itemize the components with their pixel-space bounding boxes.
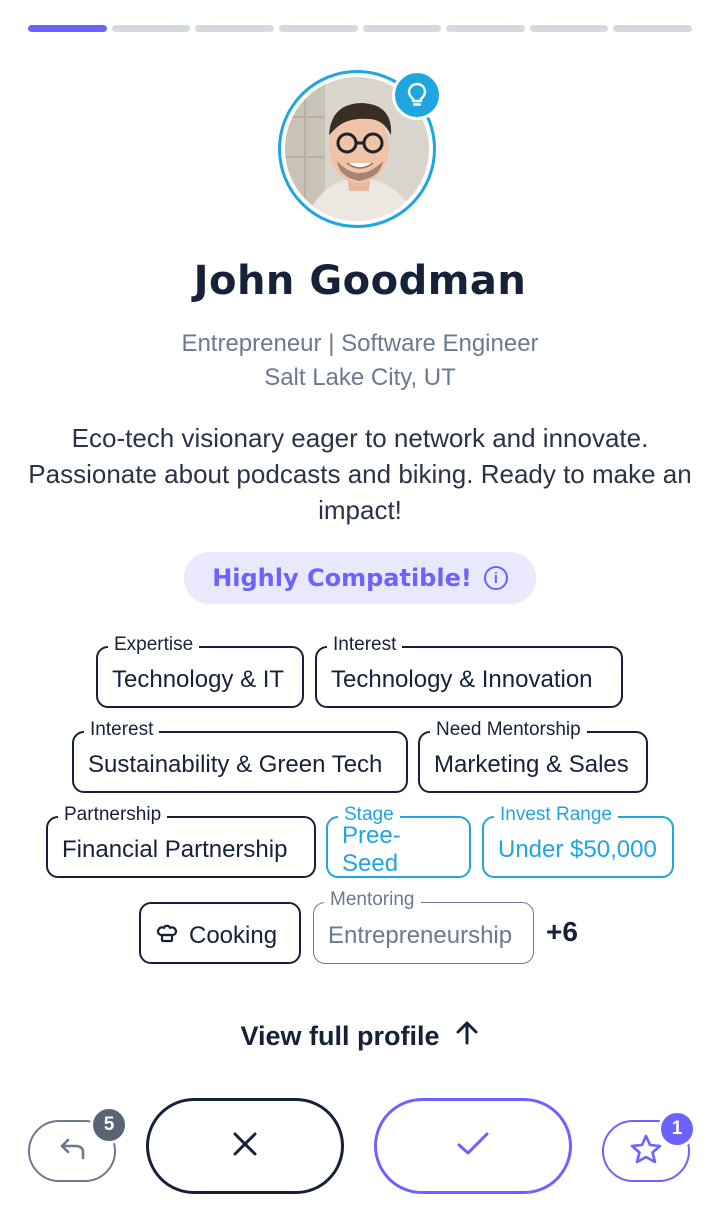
info-icon[interactable]: i <box>483 566 508 590</box>
tag-value: Technology & Innovation <box>331 666 593 693</box>
compatibility-label: Highly Compatible! <box>212 564 472 592</box>
tag-label: Need Mentorship <box>430 719 587 741</box>
tag-value: Under $50,000 <box>498 836 657 863</box>
progress-segment-active <box>28 25 107 32</box>
star-icon <box>629 1133 663 1170</box>
check-icon <box>455 1130 491 1163</box>
tag-label: Interest <box>84 719 160 741</box>
tag-stage: Stage Pree-Seed <box>326 804 471 878</box>
tag-expertise: Expertise Technology & IT <box>96 634 304 708</box>
tag-invest-range: Invest Range Under $50,000 <box>482 804 674 878</box>
tag-hobby: Cooking <box>139 902 301 964</box>
tag-value: Financial Partnership <box>62 836 288 863</box>
tag-value: Marketing & Sales <box>434 751 629 778</box>
more-tags-count[interactable]: +6 <box>546 916 578 948</box>
accept-button[interactable] <box>374 1098 572 1194</box>
tag-value: Sustainability & Green Tech <box>88 751 383 778</box>
favorite-count-badge: 1 <box>658 1110 696 1148</box>
progress-segment <box>446 25 525 32</box>
progress-segment <box>362 25 442 32</box>
progress-segment <box>529 25 609 32</box>
tag-partnership: Partnership Financial Partnership <box>46 804 316 878</box>
profile-avatar-group <box>278 70 442 234</box>
progress-segment <box>278 25 358 32</box>
undo-count-badge: 5 <box>90 1106 128 1144</box>
profile-bio: Eco-tech visionary eager to network and … <box>28 423 692 525</box>
progress-segment <box>195 25 274 32</box>
arrow-up-icon <box>454 1020 480 1053</box>
tag-label: Stage <box>338 804 400 826</box>
close-icon <box>231 1130 259 1163</box>
tag-mentoring: Mentoring Entrepreneurship <box>313 889 534 964</box>
tag-value: Pree-Seed <box>342 822 401 877</box>
tag-value: Entrepreneurship <box>328 922 513 949</box>
tag-label: Partnership <box>58 804 168 826</box>
tag-value: Technology & IT <box>112 666 285 693</box>
tag-label: Expertise <box>108 634 200 656</box>
tag-label: Invest Range <box>494 804 618 826</box>
compatibility-badge: Highly Compatible! i <box>184 552 536 604</box>
tag-label: Interest <box>327 634 403 656</box>
profile-location: Salt Lake City, UT <box>264 364 456 391</box>
view-full-profile-label: View full profile <box>240 1021 440 1051</box>
reject-button[interactable] <box>146 1098 344 1194</box>
chef-hat-icon <box>155 921 179 952</box>
profile-role: Entrepreneur | Software Engineer <box>181 330 539 357</box>
tag-value: Cooking <box>189 922 278 949</box>
profile-name: John Goodman <box>193 258 527 304</box>
progress-segment <box>613 25 692 32</box>
tag-interest: Interest Technology & Innovation <box>315 634 623 708</box>
lightbulb-icon <box>392 70 442 120</box>
tag-interest: Interest Sustainability & Green Tech <box>72 719 408 793</box>
progress-segment <box>111 25 191 32</box>
tag-need-mentorship: Need Mentorship Marketing & Sales <box>418 719 648 793</box>
view-full-profile-link[interactable]: View full profile <box>0 1020 720 1053</box>
undo-arrow-icon <box>57 1136 87 1167</box>
onboarding-progress <box>28 25 692 32</box>
tag-label: Mentoring <box>324 889 421 911</box>
